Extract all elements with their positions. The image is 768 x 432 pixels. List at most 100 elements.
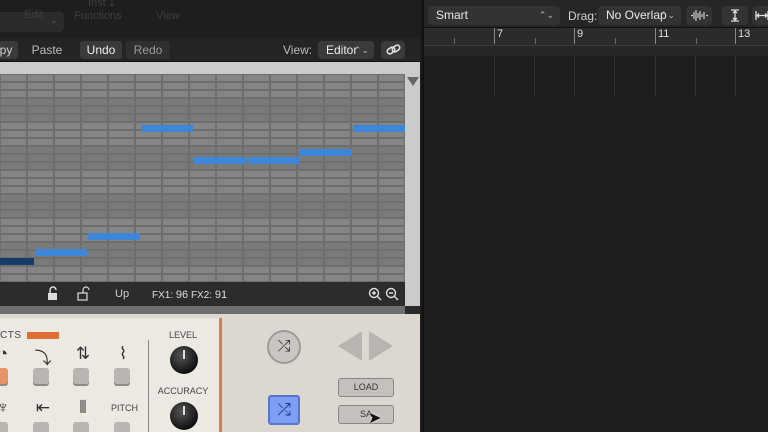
zoom-out-icon[interactable] <box>384 286 400 302</box>
grid-cell[interactable] <box>298 195 323 201</box>
grid-cell[interactable] <box>217 139 242 145</box>
grid-cell[interactable] <box>217 99 242 105</box>
grid-cell[interactable] <box>244 267 269 273</box>
grid-cell[interactable] <box>190 179 215 185</box>
grid-cell[interactable] <box>271 123 296 129</box>
grid-cell[interactable] <box>379 195 404 201</box>
grid-cell[interactable] <box>298 91 323 97</box>
grid-cell[interactable] <box>109 75 134 81</box>
grid-cell[interactable] <box>325 219 350 225</box>
grid-cell[interactable] <box>325 131 350 137</box>
grid-cell[interactable] <box>163 227 188 233</box>
grid-cell[interactable] <box>352 83 377 89</box>
grid-cell[interactable] <box>244 171 269 177</box>
grid-cell[interactable] <box>28 267 53 273</box>
grid-cell[interactable] <box>163 211 188 217</box>
grid-cell[interactable] <box>217 211 242 217</box>
grid-cell[interactable] <box>190 99 215 105</box>
grid-cell[interactable] <box>190 75 215 81</box>
grid-cell[interactable] <box>163 99 188 105</box>
grid-cell[interactable] <box>217 171 242 177</box>
grid-cell[interactable] <box>190 243 215 249</box>
grid-cell[interactable] <box>1 131 26 137</box>
grid-cell[interactable] <box>163 91 188 97</box>
grid-cell[interactable] <box>325 107 350 113</box>
grid-cell[interactable] <box>217 275 242 281</box>
grid-cell[interactable] <box>136 251 161 257</box>
lock-icon[interactable] <box>45 286 61 302</box>
grid-cell[interactable] <box>271 195 296 201</box>
copy-button[interactable]: py <box>0 41 18 59</box>
grid-cell[interactable] <box>136 243 161 249</box>
grid-cell[interactable] <box>136 155 161 161</box>
grid-cell[interactable] <box>325 139 350 145</box>
grid-cell[interactable] <box>217 251 242 257</box>
grid-cell[interactable] <box>136 163 161 169</box>
grid-cell[interactable] <box>379 99 404 105</box>
grid-cell[interactable] <box>1 243 26 249</box>
grid-cell[interactable] <box>109 179 134 185</box>
grid-cell[interactable] <box>1 139 26 145</box>
grid-cell[interactable] <box>298 267 323 273</box>
grid-cell[interactable] <box>379 171 404 177</box>
grid-cell[interactable] <box>217 187 242 193</box>
grid-cell[interactable] <box>244 147 269 153</box>
waveform-zoom-button[interactable] <box>686 6 712 25</box>
grid-cell[interactable] <box>1 107 26 113</box>
grid-cell[interactable] <box>298 131 323 137</box>
grid-cell[interactable] <box>163 163 188 169</box>
grid-cell[interactable] <box>379 147 404 153</box>
grid-cell[interactable] <box>217 227 242 233</box>
grid-cell[interactable] <box>163 243 188 249</box>
grid-cell[interactable] <box>271 267 296 273</box>
grid-cell[interactable] <box>109 171 134 177</box>
grid-cell[interactable] <box>325 171 350 177</box>
grid-cell[interactable] <box>28 195 53 201</box>
grid-cell[interactable] <box>190 267 215 273</box>
grid-cell[interactable] <box>136 219 161 225</box>
tool-select[interactable]: Smart ⌃⌄ <box>428 6 560 25</box>
grid-cell[interactable] <box>217 131 242 137</box>
grid-cell[interactable] <box>352 251 377 257</box>
grid-cell[interactable] <box>352 211 377 217</box>
view-menu-label[interactable]: View <box>156 10 180 22</box>
grid-cell[interactable] <box>271 99 296 105</box>
grid-cell[interactable] <box>379 179 404 185</box>
grid-cell[interactable] <box>217 267 242 273</box>
grid-cell[interactable] <box>163 171 188 177</box>
grid-cell[interactable] <box>1 211 26 217</box>
grid-cell[interactable] <box>1 171 26 177</box>
grid-cell[interactable] <box>352 115 377 121</box>
grid-cell[interactable] <box>163 267 188 273</box>
grid-cell[interactable] <box>109 155 134 161</box>
grid-cell[interactable] <box>55 123 80 129</box>
grid-cell[interactable] <box>136 259 161 265</box>
note-step[interactable] <box>35 249 87 256</box>
grid-cell[interactable] <box>379 259 404 265</box>
grid-cell[interactable] <box>1 179 26 185</box>
zoom-in-icon[interactable] <box>367 286 383 302</box>
grid-cell[interactable] <box>271 203 296 209</box>
grid-cell[interactable] <box>1 147 26 153</box>
grid-cell[interactable] <box>379 211 404 217</box>
grid-cell[interactable] <box>82 83 107 89</box>
grid-cell[interactable] <box>82 75 107 81</box>
grid-cell[interactable] <box>352 179 377 185</box>
grid-cell[interactable] <box>109 83 134 89</box>
grid-cell[interactable] <box>379 251 404 257</box>
grid-cell[interactable] <box>163 219 188 225</box>
grid-cell[interactable] <box>28 139 53 145</box>
grid-cell[interactable] <box>325 275 350 281</box>
grid-cell[interactable] <box>190 91 215 97</box>
grid-cell[interactable] <box>298 275 323 281</box>
tracks-area[interactable] <box>424 56 768 432</box>
bar-ruler[interactable]: 7 9 11 13 <box>424 28 768 56</box>
grid-cell[interactable] <box>163 115 188 121</box>
grid-cell[interactable] <box>379 235 404 241</box>
grid-cell[interactable] <box>82 179 107 185</box>
save-button[interactable]: SA <box>338 405 394 424</box>
grid-cell[interactable] <box>244 243 269 249</box>
grid-cell[interactable] <box>352 187 377 193</box>
grid-cell[interactable] <box>298 235 323 241</box>
grid-cell[interactable] <box>109 139 134 145</box>
